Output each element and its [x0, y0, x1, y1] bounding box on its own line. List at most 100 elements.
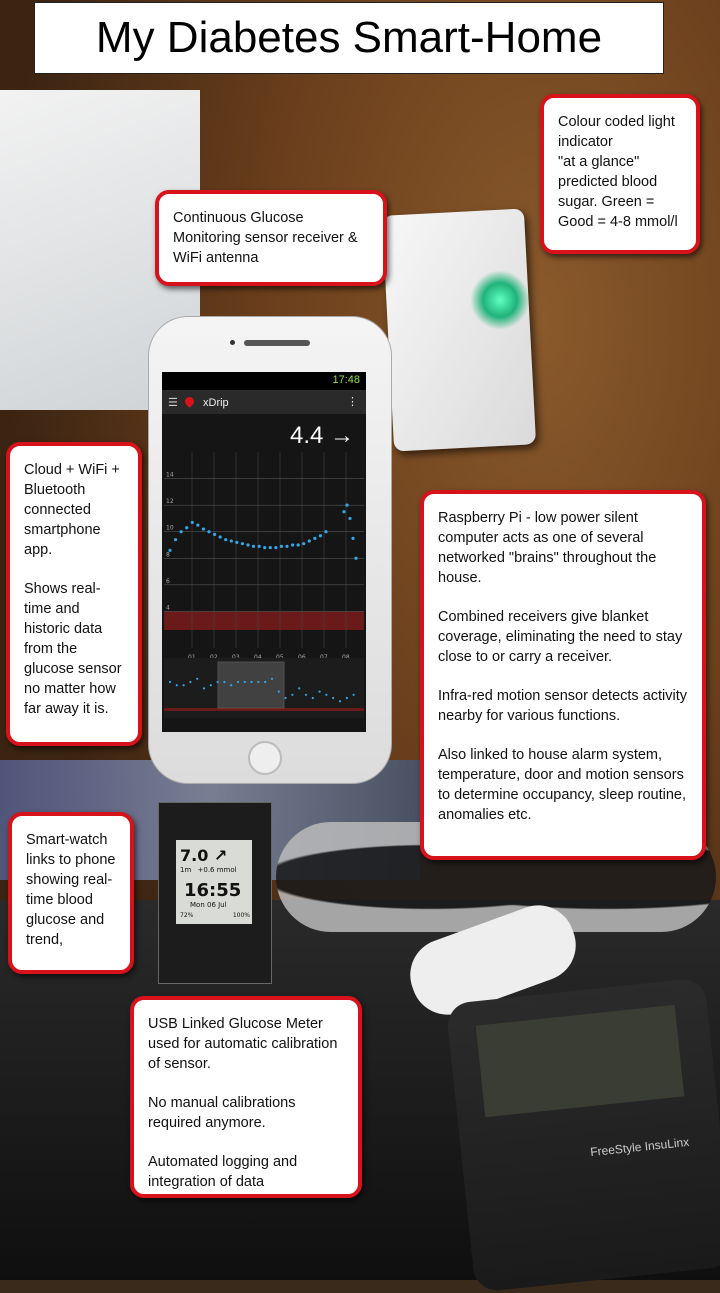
phone-screen: 17:48 ☰ xDrip ⋮ 4.4 → 14 12 10 8 6 4 01 02 03 04 0… — [162, 372, 366, 732]
glucose-point — [207, 530, 211, 534]
raspberry-pi-box — [381, 208, 537, 452]
callout-text: Combined receivers give blanket coverage… — [438, 609, 683, 665]
glucose-reading: 4.4 → — [289, 422, 354, 449]
callout-text: USB Linked Glucose Meter used for automa… — [148, 1016, 338, 1072]
watch-time: 16:55 — [184, 880, 242, 901]
watch-ago: 1m — [180, 866, 192, 874]
callout-text: Also linked to house alarm system, tempe… — [438, 747, 686, 823]
overview-point — [325, 693, 328, 696]
overview-low-band — [164, 708, 364, 711]
overview-point — [352, 693, 355, 696]
glucose-point — [235, 540, 239, 544]
callout-text: Smart-watch links to phone showing real-… — [26, 832, 116, 948]
callout-text: Continuous Glucose Monitoring sensor rec… — [173, 210, 358, 266]
watch-battery: 72% 100% — [180, 912, 250, 919]
glucose-point — [196, 523, 200, 527]
glucose-point — [246, 543, 250, 547]
glucose-point — [168, 548, 172, 552]
watch-battery-right: 100% — [232, 912, 250, 919]
glucose-point — [345, 503, 349, 507]
overview-point — [243, 680, 246, 684]
glucose-point — [296, 543, 300, 547]
glucose-point — [263, 546, 267, 550]
overview-point — [304, 693, 308, 696]
overview-point — [230, 684, 233, 687]
glucose-point — [173, 538, 178, 542]
watch-delta-value: +0.6 mmol — [197, 866, 237, 874]
callout-text: "at a glance" predicted blood sugar. Gre… — [558, 154, 678, 230]
overview-point — [175, 684, 178, 687]
glucose-point — [201, 527, 206, 531]
home-button[interactable] — [248, 741, 282, 775]
phone-speaker — [244, 340, 310, 346]
glucose-chart: 14121086401 02 03 04 05 06 07 08 — [164, 452, 364, 718]
status-time: 17:48 — [332, 374, 360, 386]
overview-point — [168, 680, 172, 684]
glucose-point — [179, 530, 183, 534]
low-range-band — [164, 611, 364, 631]
watch-battery-left: 72% — [180, 912, 194, 919]
overview-point — [196, 677, 199, 680]
callout-cloud-app: Cloud + WiFi + Bluetooth connected smart… — [6, 442, 142, 746]
glucose-point — [342, 510, 346, 514]
callout-cgm-receiver: Continuous Glucose Monitoring sensor rec… — [155, 190, 387, 286]
overview-point — [182, 684, 185, 687]
overview-point — [332, 696, 335, 700]
overview-point — [291, 693, 294, 696]
status-bar: 17:48 — [162, 372, 366, 390]
front-camera — [230, 340, 235, 345]
overview-point — [318, 690, 321, 693]
watch-date: Mon 06 Jul — [190, 901, 227, 909]
watch-delta: 1m +0.6 mmol — [180, 866, 237, 874]
callout-text: No manual calibrations required anymore. — [148, 1095, 296, 1131]
y-tick-label: 6 — [166, 578, 170, 585]
overview-point — [338, 700, 342, 703]
glucose-point — [318, 534, 323, 538]
overview-window — [217, 661, 285, 709]
glucose-point — [313, 536, 317, 540]
menu-icon[interactable]: ☰ — [168, 397, 178, 409]
overview-point — [345, 696, 348, 700]
glucose-point — [354, 556, 358, 560]
overview-point — [202, 687, 206, 690]
callout-text: Colour coded light indicator — [558, 114, 675, 150]
callout-text: Cloud + WiFi + Bluetooth connected smart… — [24, 462, 120, 558]
overview-point — [236, 680, 240, 684]
glucose-point — [229, 539, 233, 543]
overview-point — [264, 680, 267, 684]
glucose-point — [285, 544, 289, 548]
xdrip-logo-icon — [183, 395, 196, 408]
watch-glucose: 7.0 ↗ — [180, 846, 228, 865]
watch-face: 7.0 ↗ 1m +0.6 mmol 16:55 Mon 06 Jul 72% … — [176, 840, 252, 924]
callout-raspberry-pi: Raspberry Pi - low power silent computer… — [420, 490, 706, 860]
glucose-point — [307, 539, 311, 543]
app-bar: ☰ xDrip ⋮ — [162, 390, 366, 414]
glucose-point — [257, 544, 261, 548]
glucose-point — [218, 535, 222, 539]
glucose-point — [290, 543, 295, 547]
overview-point — [311, 696, 314, 700]
callout-colour-indicator: Colour coded light indicator "at a glanc… — [540, 94, 700, 254]
overview-point — [257, 680, 260, 684]
y-tick-label: 8 — [166, 551, 170, 558]
overview-point — [298, 687, 301, 690]
glucose-point — [351, 536, 355, 540]
overview-point — [284, 696, 287, 700]
y-tick-label: 12 — [166, 498, 174, 505]
green-light-indicator — [470, 270, 530, 330]
app-name: xDrip — [203, 397, 229, 409]
glucose-point — [279, 544, 284, 548]
overview-point — [189, 680, 192, 684]
y-tick-label: 4 — [166, 604, 170, 611]
glucose-point — [268, 546, 272, 550]
callout-usb-meter: USB Linked Glucose Meter used for automa… — [130, 996, 362, 1198]
glucose-point — [240, 542, 245, 546]
overflow-menu-icon[interactable]: ⋮ — [347, 395, 358, 408]
glucose-point — [348, 516, 352, 521]
callout-text: Automated logging and integration of dat… — [148, 1154, 298, 1190]
glucose-point — [212, 532, 217, 536]
callout-text: Shows real-time and historic data from t… — [24, 581, 122, 717]
overview-point — [209, 684, 212, 687]
glucose-point — [274, 546, 278, 550]
glucose-point — [190, 520, 194, 525]
